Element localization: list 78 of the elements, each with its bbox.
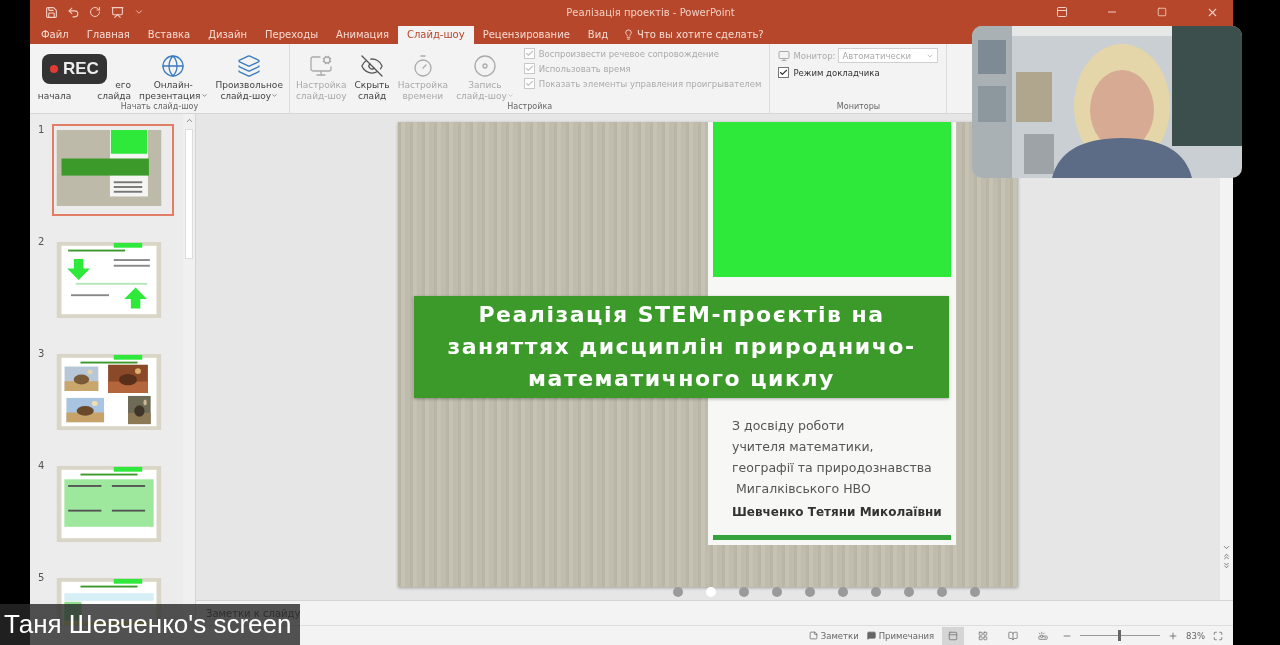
ribbon-tab[interactable]: Рецензирование [473,26,579,44]
slide-title-line: Реалізація STEM-проєктів на [478,301,885,329]
caret-icon [271,92,278,99]
previous-slide-icon[interactable] [1222,552,1231,561]
ribbon-tab[interactable]: Переходы [256,26,328,44]
subtitle-line: географії та природознавства [732,459,933,476]
monitor-icon [309,54,334,78]
ribbon-button[interactable]: начала [34,91,75,102]
page-dot[interactable] [871,587,881,597]
slide-title-line: заняттях дисциплін природничо- [447,333,916,361]
page-dot[interactable] [904,587,914,597]
scroll-up-icon[interactable] [184,116,194,125]
tell-me-field[interactable]: Что вы хотите сделать? [637,29,764,40]
ribbon-button[interactable]: Скрыть слайд [352,46,392,102]
slide-number: 5 [38,572,46,585]
record-icon [472,54,497,78]
slide-thumbnail[interactable] [52,124,174,216]
page-dot[interactable] [673,587,683,597]
ribbon-tab[interactable]: Вставка [138,26,200,44]
globe-icon [161,54,186,78]
ribbon-tab[interactable]: Анимация [327,26,398,44]
normal-view-icon [948,630,959,641]
subtitle-line: учителя математики, [732,438,875,455]
slide-number: 2 [38,236,46,249]
group-label: Настройка [506,102,554,113]
checkbox-label: Воспроизвести речевое сопровождение [538,48,720,59]
page-dot[interactable] [838,587,848,597]
checkbox-label: Показать элементы управления проигрывателем [538,78,762,89]
zoom-in-icon[interactable] [1168,630,1179,641]
scrollbar-thumb[interactable] [185,129,193,259]
comments-toggle[interactable]: Примечания [866,630,935,641]
view-button[interactable] [942,626,965,645]
slide-number: 3 [38,348,46,361]
page-dot[interactable] [772,587,782,597]
page-dot[interactable] [706,587,716,597]
ribbon-tab[interactable]: Вид [578,26,618,44]
author-name: Шевченко Тетяни Миколаївни [732,504,943,521]
slide-title-line: математичного циклу [528,365,835,393]
book-icon [1008,630,1019,641]
ribbon-tab[interactable]: Файл [32,26,78,44]
zoom-thumb[interactable] [1118,630,1122,641]
zoom-reading: 83% [1186,630,1205,641]
checkbox-label: Режим докладчика [793,67,880,78]
notes-toggle[interactable]: Заметки [808,630,859,641]
checkbox-label: Использовать время [538,63,631,74]
layers-icon [237,54,262,78]
ribbon-tab[interactable]: Дизайн [199,26,256,44]
note-icon [808,631,818,640]
caret-icon [200,92,208,99]
page-dot[interactable] [739,587,749,597]
ribbon-button[interactable]: Произвольное слайд-шоу [213,46,285,102]
page-dot[interactable] [937,587,947,597]
hidden-eye-icon [360,54,385,78]
lightbulb-icon [623,29,635,40]
group-label: Мониторы [835,102,882,113]
record-dot-icon [50,65,58,73]
page-dot[interactable] [970,587,980,597]
subtitle-line: Мигалківського НВО [735,480,872,497]
ribbon-tab[interactable]: Главная [77,26,139,44]
monitor-icon [778,49,791,62]
group-label: Начать слайд-шоу [119,102,200,113]
slide-number: 1 [38,124,46,137]
next-slide-icon[interactable] [1222,561,1231,570]
window-title: Реалізація проектів - PowerPoint [565,6,736,18]
caret-icon [506,92,514,99]
recording-badge: REC [42,54,107,84]
subtitle-line: З досвіду роботи [732,417,846,434]
monitor-label: Монитор: [793,50,836,61]
page-dot[interactable] [805,587,815,597]
projector-icon [1038,630,1049,641]
slide-number: 4 [38,460,46,473]
scroll-down-icon[interactable] [1222,543,1231,552]
ribbon-button[interactable]: Онлайн- презентация [137,46,210,102]
fit-to-window-icon[interactable] [1213,630,1223,641]
grid-icon [978,630,989,641]
checkbox[interactable] [778,67,790,78]
comment-icon [866,631,876,640]
ribbon-tab[interactable]: Слайд-шоу [397,26,474,44]
